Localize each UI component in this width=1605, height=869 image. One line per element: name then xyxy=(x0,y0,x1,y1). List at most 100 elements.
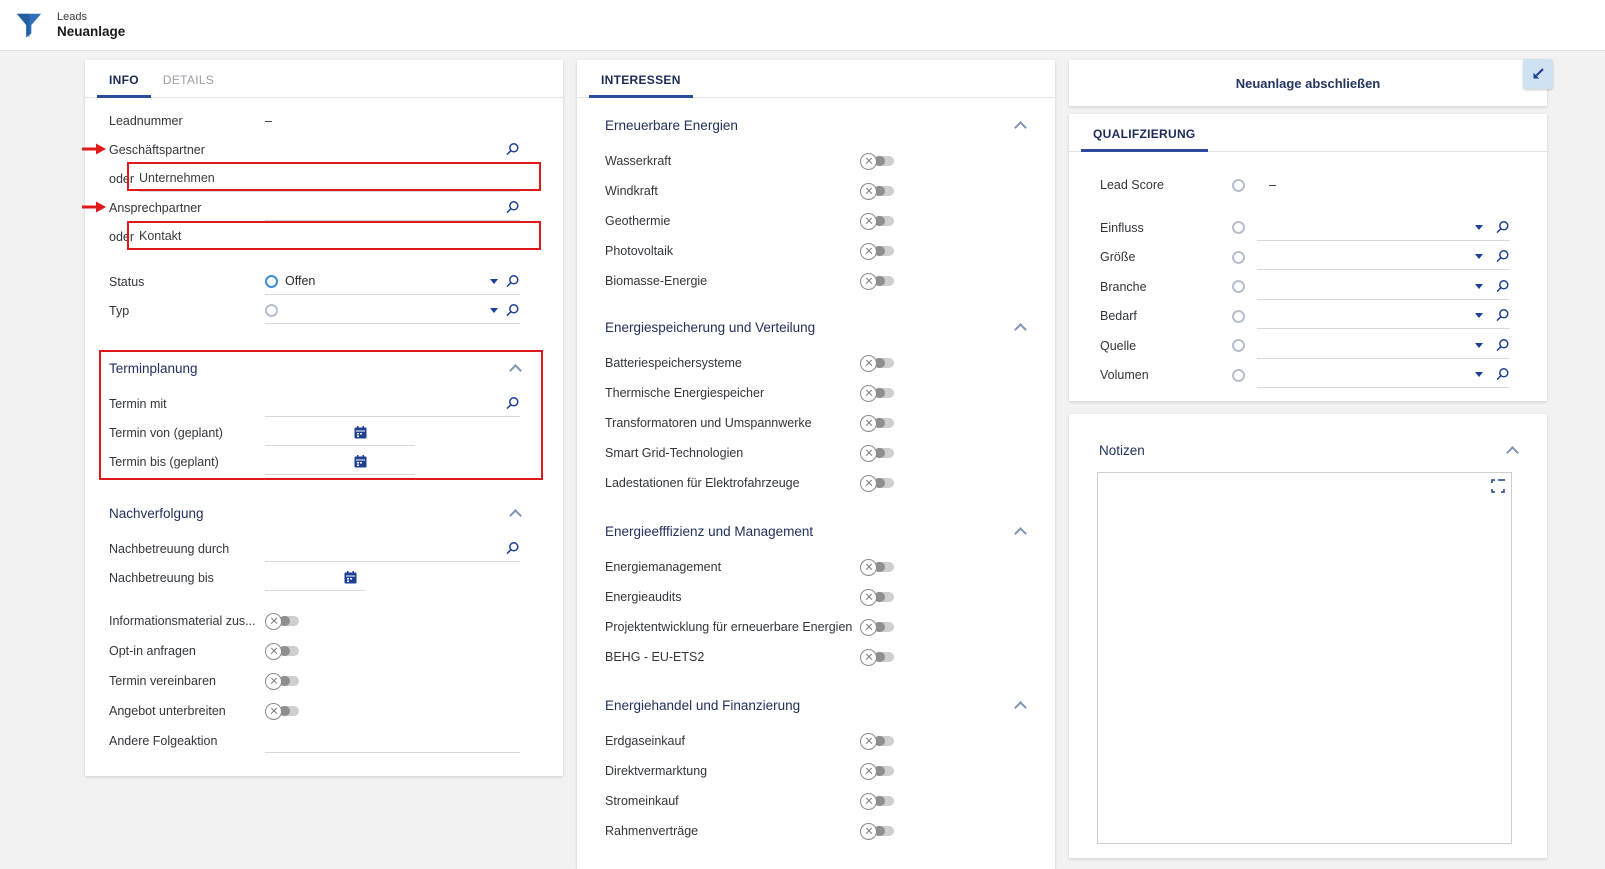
toggle-track xyxy=(874,388,894,398)
toggle-geothermie[interactable] xyxy=(860,213,894,230)
bedarf-radio[interactable] xyxy=(1232,310,1245,323)
toggle-ladestationen[interactable] xyxy=(860,475,894,492)
chevron-up-icon[interactable] xyxy=(1506,446,1519,459)
chevron-up-icon[interactable] xyxy=(509,364,522,377)
expand-fullscreen-icon[interactable] xyxy=(1491,479,1505,496)
dropdown-arrow-icon[interactable] xyxy=(490,308,498,313)
tab-info[interactable]: INFO xyxy=(97,60,151,98)
quelle-radio[interactable] xyxy=(1232,339,1245,352)
search-icon[interactable] xyxy=(1495,367,1510,382)
ansprechpartner-input[interactable] xyxy=(265,200,498,214)
nachbetreuung-bis-input[interactable] xyxy=(265,570,337,584)
nachbetreuung-durch-row: Nachbetreuung durch xyxy=(109,534,520,563)
tab-qualifizierung[interactable]: QUALIFZIERUNG xyxy=(1081,114,1208,152)
groesse-label: Größe xyxy=(1100,250,1232,264)
toggle-erdgaseinkauf[interactable] xyxy=(860,733,894,750)
toggle-opt-in[interactable] xyxy=(265,643,299,660)
toggle-projektentwicklung[interactable] xyxy=(860,619,894,636)
chevron-up-icon[interactable] xyxy=(1014,121,1027,134)
search-icon[interactable] xyxy=(505,142,520,157)
lead-score-radio[interactable] xyxy=(1232,179,1245,192)
bedarf-label: Bedarf xyxy=(1100,309,1232,323)
search-icon[interactable] xyxy=(1495,249,1510,264)
tab-details[interactable]: DETAILS xyxy=(151,60,226,98)
search-icon[interactable] xyxy=(505,274,520,289)
toggle-x-icon xyxy=(860,589,877,606)
toggle-energiemanagement[interactable] xyxy=(860,559,894,576)
bedarf-field[interactable] xyxy=(1257,303,1510,329)
calendar-icon[interactable] xyxy=(354,426,367,439)
andere-folgeaktion-row: Andere Folgeaktion xyxy=(109,726,520,756)
notes-textarea[interactable] xyxy=(1097,472,1512,844)
toggle-biomasse[interactable] xyxy=(860,273,894,290)
tab-interessen[interactable]: INTERESSEN xyxy=(589,60,693,98)
dropdown-arrow-icon[interactable] xyxy=(1475,372,1483,377)
toggle-rahmenvertraege[interactable] xyxy=(860,823,894,840)
oder-unternehmen-row: oder xyxy=(109,164,520,193)
toggle-informationsmaterial[interactable] xyxy=(265,613,299,630)
nachbetreuung-durch-input[interactable] xyxy=(265,541,498,555)
toggle-angebot[interactable] xyxy=(265,703,299,720)
groesse-field[interactable] xyxy=(1257,244,1510,270)
branche-row: Branche xyxy=(1100,272,1510,302)
volumen-radio[interactable] xyxy=(1232,369,1245,382)
termin-mit-input[interactable] xyxy=(265,396,498,410)
branche-field[interactable] xyxy=(1257,274,1510,300)
kontakt-input[interactable] xyxy=(139,229,520,243)
toggle-photovoltaik[interactable] xyxy=(860,243,894,260)
groesse-radio[interactable] xyxy=(1232,251,1245,264)
toggle-stromeinkauf[interactable] xyxy=(860,793,894,810)
chevron-up-icon[interactable] xyxy=(1014,527,1027,540)
dropdown-arrow-icon[interactable] xyxy=(1475,225,1483,230)
einfluss-radio[interactable] xyxy=(1232,221,1245,234)
toggle-x-icon xyxy=(860,649,877,666)
volumen-field[interactable] xyxy=(1257,362,1510,388)
termin-bis-input[interactable] xyxy=(265,454,347,468)
status-radio[interactable] xyxy=(265,275,278,288)
andere-folgeaktion-input[interactable] xyxy=(265,734,520,748)
toggle-behg-eu-ets2[interactable] xyxy=(860,649,894,666)
calendar-icon[interactable] xyxy=(354,455,367,468)
toggle-direktvermarktung[interactable] xyxy=(860,763,894,780)
search-icon[interactable] xyxy=(505,200,520,215)
einfluss-field[interactable] xyxy=(1257,215,1510,241)
dropdown-arrow-icon[interactable] xyxy=(1475,254,1483,259)
chevron-up-icon[interactable] xyxy=(509,509,522,522)
search-icon[interactable] xyxy=(505,396,520,411)
kontakt-field xyxy=(139,224,520,250)
search-icon[interactable] xyxy=(1495,220,1510,235)
toggle-smart-grid[interactable] xyxy=(860,445,894,462)
typ-radio[interactable] xyxy=(265,304,278,317)
toggle-transformatoren[interactable] xyxy=(860,415,894,432)
geschaeftspartner-input[interactable] xyxy=(265,142,498,156)
chevron-up-icon[interactable] xyxy=(1014,323,1027,336)
unternehmen-input[interactable] xyxy=(139,171,520,185)
search-icon[interactable] xyxy=(1495,308,1510,323)
toggle-wasserkraft[interactable] xyxy=(860,153,894,170)
dropdown-arrow-icon[interactable] xyxy=(1475,343,1483,348)
termin-von-input[interactable] xyxy=(265,425,347,439)
branche-label: Branche xyxy=(1100,280,1232,294)
toggle-batteriespeicher[interactable] xyxy=(860,355,894,372)
search-icon[interactable] xyxy=(505,541,520,556)
toggle-thermische-speicher[interactable] xyxy=(860,385,894,402)
search-icon[interactable] xyxy=(1495,338,1510,353)
interest-label: Photovoltaik xyxy=(605,244,860,258)
chevron-up-icon[interactable] xyxy=(1014,701,1027,714)
dropdown-arrow-icon[interactable] xyxy=(1475,313,1483,318)
toggle-x-icon xyxy=(860,213,877,230)
toggle-windkraft[interactable] xyxy=(860,183,894,200)
toggle-termin-vereinbaren[interactable] xyxy=(265,673,299,690)
neuanlage-abschliessen-button[interactable]: Neuanlage abschließen xyxy=(1236,76,1381,91)
search-icon[interactable] xyxy=(505,303,520,318)
toggle-energieaudits[interactable] xyxy=(860,589,894,606)
branche-radio[interactable] xyxy=(1232,280,1245,293)
toggle-x-icon xyxy=(860,793,877,810)
dropdown-arrow-icon[interactable] xyxy=(490,279,498,284)
dock-panel-button[interactable] xyxy=(1523,59,1553,89)
search-icon[interactable] xyxy=(1495,279,1510,294)
calendar-icon[interactable] xyxy=(344,571,357,584)
toggle-track xyxy=(279,646,299,656)
dropdown-arrow-icon[interactable] xyxy=(1475,284,1483,289)
quelle-field[interactable] xyxy=(1257,333,1510,359)
